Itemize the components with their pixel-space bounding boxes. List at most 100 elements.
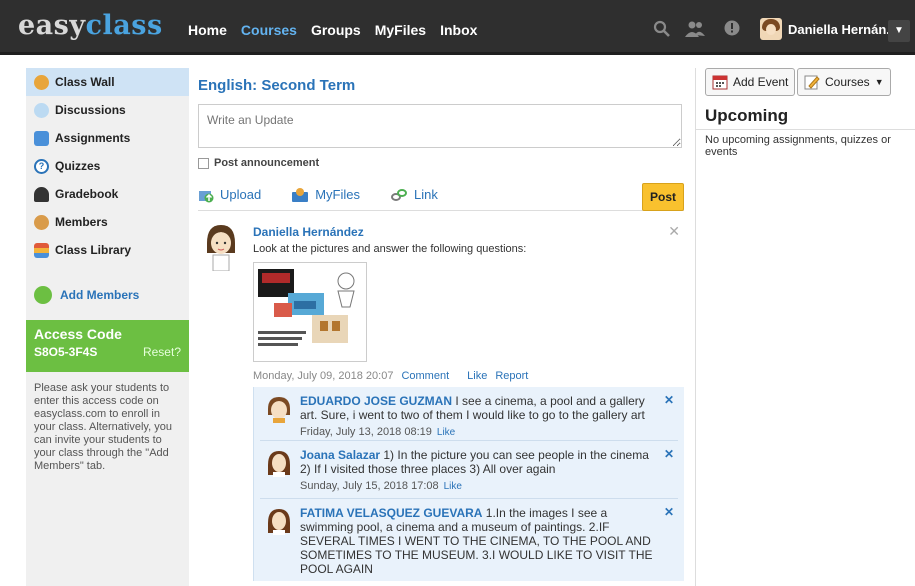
delete-comment-icon[interactable]: ✕: [664, 505, 674, 519]
link-button[interactable]: Link: [390, 187, 438, 203]
sidebar-item-label: Quizzes: [55, 159, 101, 173]
sidebar-item-members[interactable]: Members: [26, 208, 189, 236]
access-code-value: S8O5-3F4S: [34, 345, 98, 359]
comment-link[interactable]: Comment: [401, 370, 449, 382]
add-event-button[interactable]: Add Event: [705, 68, 796, 96]
logo-text-class: class: [85, 10, 163, 41]
sidebar-item-gradebook[interactable]: Gradebook: [26, 180, 189, 208]
commenter-avatar: [268, 509, 290, 535]
wall-post: Daniella Hernández Look at the pictures …: [198, 221, 684, 581]
left-sidebar: Class Wall Discussions Assignments ? Qui…: [26, 68, 189, 586]
add-members-label: Add Members: [60, 288, 140, 302]
upload-label: Upload: [220, 187, 262, 202]
sidebar-item-label: Gradebook: [55, 187, 119, 201]
gradebook-icon: [34, 186, 49, 202]
comment-date: Friday, July 13, 2018 08:19: [300, 426, 432, 438]
link-icon: [390, 188, 407, 201]
nav-courses[interactable]: Courses: [241, 22, 297, 38]
delete-comment-icon[interactable]: ✕: [664, 393, 674, 407]
upcoming-title: Upcoming: [705, 106, 789, 125]
search-icon[interactable]: [653, 20, 671, 38]
sidebar-item-label: Class Library: [55, 243, 132, 257]
caret-down-icon: ▼: [894, 25, 904, 36]
comments-list: EDUARDO JOSE GUZMAN I see a cinema, a po…: [253, 387, 684, 581]
myfiles-button[interactable]: MyFiles: [291, 187, 360, 203]
comment-item: EDUARDO JOSE GUZMAN I see a cinema, a po…: [260, 387, 678, 441]
post-date: Monday, July 09, 2018 20:07: [253, 370, 394, 382]
sidebar-item-label: Class Wall: [55, 75, 115, 89]
user-menu[interactable]: Daniella Hernán...: [760, 18, 897, 40]
sidebar-item-assignments[interactable]: Assignments: [26, 124, 189, 152]
top-navigation-bar: easyclass Home Courses Groups MyFiles In…: [0, 0, 915, 55]
upcoming-empty-text: No upcoming assignments, quizzes or even…: [705, 134, 891, 158]
myfiles-icon: [292, 187, 309, 202]
logo-text-easy: easy: [18, 10, 86, 41]
post-meta: Monday, July 09, 2018 20:07 Comment Like…: [253, 370, 528, 382]
sidebar-item-discussions[interactable]: Discussions: [26, 96, 189, 124]
quizzes-icon: ?: [34, 158, 49, 174]
calendar-icon: [712, 75, 728, 90]
comment-item: FATIMA VELASQUEZ GUEVARA 1.In the images…: [260, 499, 678, 583]
user-avatar: [760, 18, 782, 40]
post-announcement-option[interactable]: Post announcement: [198, 157, 684, 169]
page-title: English: Second Term: [198, 77, 356, 94]
discussions-icon: [34, 102, 49, 118]
author-avatar: [207, 225, 235, 271]
post-announcement-checkbox[interactable]: [198, 157, 209, 169]
comment-text: Joana Salazar 1) In the picture you can …: [300, 441, 660, 494]
post-actions-bar: Upload MyFiles Link Post: [198, 179, 684, 211]
commenter-avatar: [268, 397, 290, 423]
comment-text: EDUARDO JOSE GUZMAN I see a cinema, a po…: [300, 387, 660, 440]
sidebar-item-class-wall[interactable]: Class Wall: [26, 68, 189, 96]
comment-date: Sunday, July 15, 2018 17:08: [300, 480, 439, 492]
courses-label: Courses: [825, 75, 870, 89]
comment-like-link[interactable]: Like: [444, 481, 462, 492]
courses-dropdown-button[interactable]: Courses ▼: [797, 68, 891, 96]
add-event-label: Add Event: [733, 75, 789, 89]
easyclass-logo[interactable]: easyclass: [18, 10, 163, 41]
add-members-link[interactable]: Add Members: [26, 286, 189, 304]
post-text: Look at the pictures and answer the foll…: [253, 243, 527, 255]
write-update-input[interactable]: [198, 104, 682, 148]
comment-like-link[interactable]: Like: [437, 427, 455, 438]
commenter-avatar: [268, 451, 290, 477]
sidebar-item-class-library[interactable]: Class Library: [26, 236, 189, 264]
nav-groups[interactable]: Groups: [311, 22, 361, 38]
post-author-name[interactable]: Daniella Hernández: [253, 225, 364, 239]
notifications-icon[interactable]: [724, 20, 740, 36]
pencil-note-icon: [804, 75, 820, 90]
access-code-panel: Access Code S8O5-3F4S Reset?: [26, 320, 189, 372]
post-announcement-label: Post announcement: [214, 157, 320, 169]
upcoming-divider: [696, 129, 915, 130]
report-link[interactable]: Report: [495, 370, 528, 382]
upload-button[interactable]: Upload: [198, 187, 261, 203]
user-name: Daniella Hernán...: [788, 21, 898, 37]
user-dropdown-toggle[interactable]: ▼: [888, 20, 910, 42]
reset-access-code-link[interactable]: Reset?: [143, 345, 181, 359]
close-icon[interactable]: ✕: [668, 223, 680, 240]
access-code-title: Access Code: [34, 326, 122, 342]
nav-inbox[interactable]: Inbox: [440, 22, 477, 38]
assignments-icon: [34, 130, 49, 146]
connections-icon[interactable]: [684, 20, 706, 38]
sidebar-item-quizzes[interactable]: ? Quizzes: [26, 152, 189, 180]
nav-home[interactable]: Home: [188, 22, 227, 38]
myfiles-label: MyFiles: [315, 187, 360, 202]
commenter-name[interactable]: FATIMA VELASQUEZ GUEVARA: [300, 506, 482, 520]
post-image-thumbnail[interactable]: [253, 262, 367, 362]
sidebar-item-label: Discussions: [55, 103, 126, 117]
commenter-name[interactable]: Joana Salazar: [300, 448, 380, 462]
members-icon: [34, 214, 49, 230]
link-label: Link: [413, 187, 438, 202]
class-wall-main: English: Second Term Post announcement U…: [198, 68, 684, 581]
sidebar-item-label: Members: [55, 215, 108, 229]
add-members-icon: [34, 286, 52, 304]
like-link[interactable]: Like: [467, 370, 487, 382]
nav-myfiles[interactable]: MyFiles: [375, 22, 426, 38]
post-button[interactable]: Post: [642, 183, 684, 211]
class-wall-icon: [34, 74, 49, 90]
delete-comment-icon[interactable]: ✕: [664, 447, 674, 461]
access-code-help-text: Please ask your students to enter this a…: [34, 382, 172, 472]
comment-text: FATIMA VELASQUEZ GUEVARA 1.In the images…: [300, 499, 660, 576]
commenter-name[interactable]: EDUARDO JOSE GUZMAN: [300, 394, 452, 408]
